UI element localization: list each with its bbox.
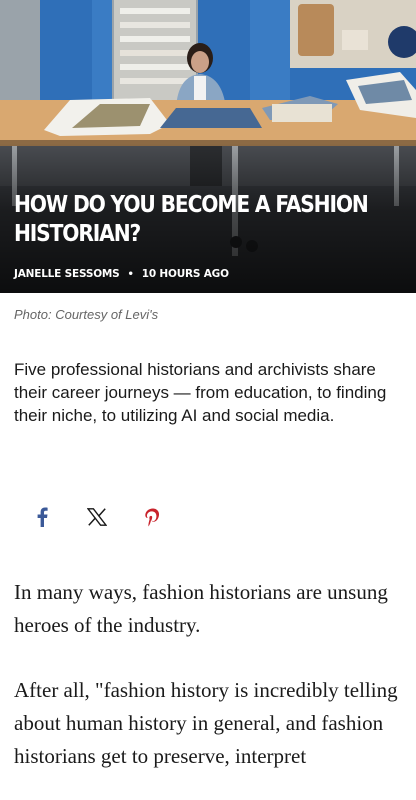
author-name[interactable]: JANELLE SESSOMS bbox=[14, 268, 120, 280]
pinterest-icon bbox=[145, 508, 160, 527]
share-facebook-button[interactable] bbox=[31, 506, 53, 528]
facebook-icon bbox=[37, 507, 48, 527]
article-byline: JANELLE SESSOMS • 10 HOURS AGO bbox=[14, 268, 229, 280]
body-paragraph: After all, "fashion history is incredibl… bbox=[14, 678, 398, 768]
body-paragraph: In many ways, fashion historians are uns… bbox=[14, 580, 388, 637]
x-icon bbox=[87, 508, 107, 526]
share-pinterest-button[interactable] bbox=[141, 506, 163, 528]
publish-time: 10 HOURS AGO bbox=[141, 268, 229, 280]
share-x-button[interactable] bbox=[86, 506, 108, 528]
photo-caption: Photo: Courtesy of Levi's bbox=[14, 307, 159, 322]
article-title: HOW DO YOU BECOME A FASHION HISTORIAN? bbox=[14, 192, 369, 247]
article-dek: Five professional historians and archivi… bbox=[14, 360, 387, 425]
hero-image: HOW DO YOU BECOME A FASHION HISTORIAN? J… bbox=[0, 0, 416, 293]
share-bar bbox=[31, 506, 416, 528]
byline-separator: • bbox=[127, 268, 134, 280]
